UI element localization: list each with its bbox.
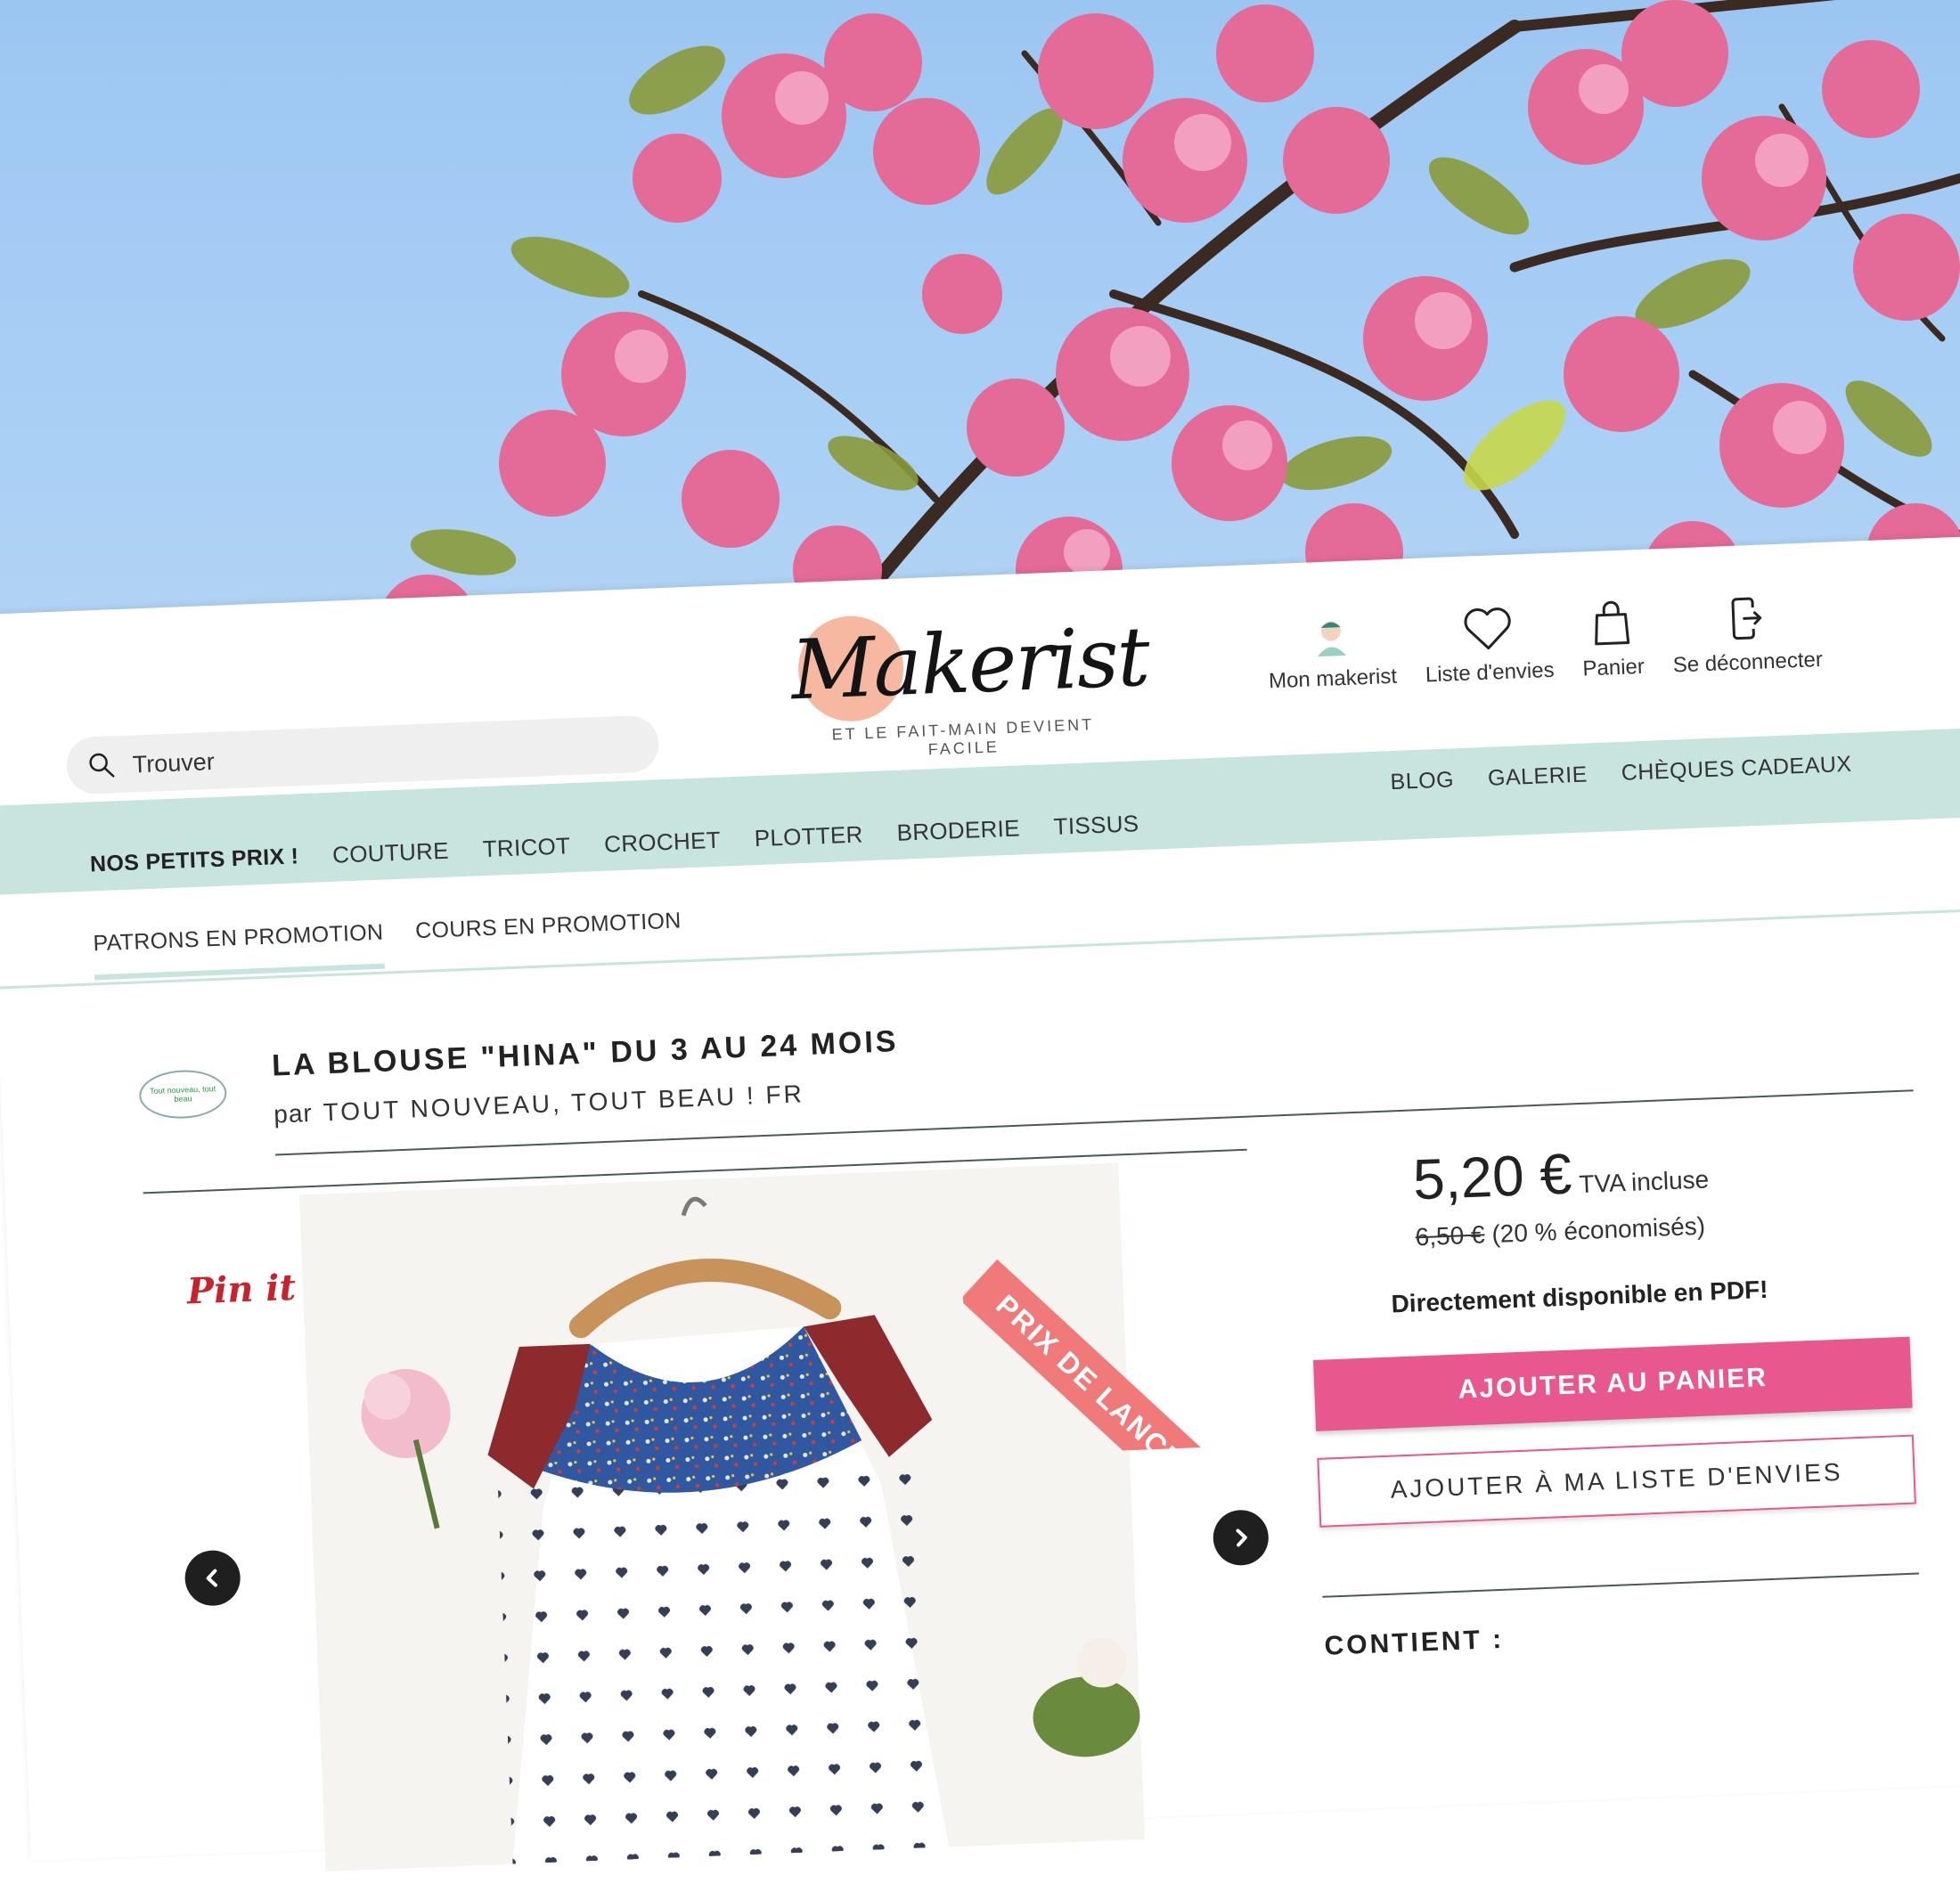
old-price: 6,50 € — [1415, 1220, 1486, 1251]
pdf-availability: Directement disponible en PDF! — [1390, 1275, 1769, 1318]
shop-logo[interactable]: Tout nouveau, tout beau — [138, 1068, 228, 1121]
subnav-cours-promo[interactable]: COURS EN PROMOTION — [415, 908, 682, 967]
contains-heading: CONTIENT : — [1323, 1624, 1505, 1661]
cart-link[interactable]: Panier — [1580, 576, 1646, 682]
account-label: Mon makerist — [1268, 664, 1398, 694]
nav-blog[interactable]: BLOG — [1390, 767, 1455, 795]
wishlist-label: Liste d'envies — [1425, 657, 1556, 688]
carousel-next-button[interactable] — [1212, 1509, 1270, 1567]
nav-tricot[interactable]: TRICOT — [482, 832, 571, 863]
purchase-panel: 5,20 € TVA incluse 6,50 € (20 % économisés… — [1305, 1132, 1919, 1661]
nav-couture[interactable]: COUTURE — [332, 837, 450, 869]
price: 5,20 € — [1411, 1141, 1573, 1212]
chevron-right-icon — [1236, 1528, 1247, 1547]
by-prefix: par — [273, 1098, 314, 1129]
shopping-bag-icon — [1595, 600, 1630, 646]
ribbon-label: PRIX DE LANCEMENT — [960, 1259, 1272, 1457]
wishlist-link[interactable]: Liste d'envies — [1422, 580, 1555, 689]
user-menu: Mon makerist Liste d'envies Panier Se dé… — [1265, 568, 1852, 716]
launch-price-ribbon: PRIX DE LANCEMENT — [958, 1142, 1272, 1457]
nav-plotter[interactable]: PLOTTER — [754, 820, 863, 852]
panel-divider — [1322, 1572, 1919, 1598]
sub-nav: PATRONS EN PROMOTION COURS EN PROMOTION — [93, 907, 715, 981]
designer-line: par TOUT NOUVEAU, TOUT BEAU ! FR — [274, 1080, 805, 1129]
shop-logo-text: Tout nouveau, tout beau — [149, 1084, 216, 1104]
subnav-patrons-promo[interactable]: PATRONS EN PROMOTION — [93, 919, 385, 981]
nav-broderie[interactable]: BRODERIE — [896, 814, 1020, 846]
logo-text: Makerist — [789, 608, 1150, 719]
designer-link[interactable]: TOUT NOUVEAU, TOUT BEAU ! FR — [323, 1080, 804, 1126]
avatar-icon — [1318, 621, 1346, 657]
add-to-wishlist-button[interactable]: AJOUTER À MA LISTE D'ENVIES — [1317, 1434, 1916, 1528]
heart-icon — [1464, 607, 1512, 650]
nav-galerie[interactable]: GALERIE — [1487, 762, 1588, 791]
logout-label: Se déconnecter — [1672, 647, 1824, 678]
price-line: 5,20 € TVA incluse — [1412, 1135, 1710, 1212]
chevron-left-icon — [206, 1569, 217, 1587]
cart-label: Panier — [1581, 654, 1646, 681]
savings: (20 % économisés) — [1490, 1211, 1706, 1248]
nav-tissus[interactable]: TISSUS — [1053, 810, 1139, 841]
search-input[interactable] — [129, 726, 634, 784]
logout-icon — [1731, 597, 1762, 640]
carousel-prev-button[interactable] — [184, 1549, 241, 1607]
product-title: LA BLOUSE "HINA" DU 3 AU 24 MOIS — [271, 1024, 900, 1083]
product-header: Tout nouveau, tout beau LA BLOUSE "HINA"… — [138, 984, 1914, 1156]
pinterest-pin-button[interactable]: Pin it — [186, 1267, 297, 1313]
logout-link[interactable]: Se déconnecter — [1670, 569, 1824, 679]
search-icon[interactable] — [87, 751, 115, 778]
nav-crochet[interactable]: CROCHET — [604, 827, 722, 859]
old-price-line: 6,50 € (20 % économisés) — [1415, 1212, 1706, 1252]
web-page: Makerist ET LE FAIT-MAIN DEVIENT FACILE … — [0, 534, 1960, 1871]
add-to-cart-button[interactable]: AJOUTER AU PANIER — [1313, 1336, 1913, 1431]
vat-note: TVA incluse — [1578, 1165, 1710, 1199]
logo-tagline: ET LE FAIT-MAIN DEVIENT FACILE — [831, 715, 1095, 759]
account-link[interactable]: Mon makerist — [1265, 586, 1398, 695]
makerist-logo[interactable]: Makerist ET LE FAIT-MAIN DEVIENT FACILE — [789, 606, 1150, 765]
